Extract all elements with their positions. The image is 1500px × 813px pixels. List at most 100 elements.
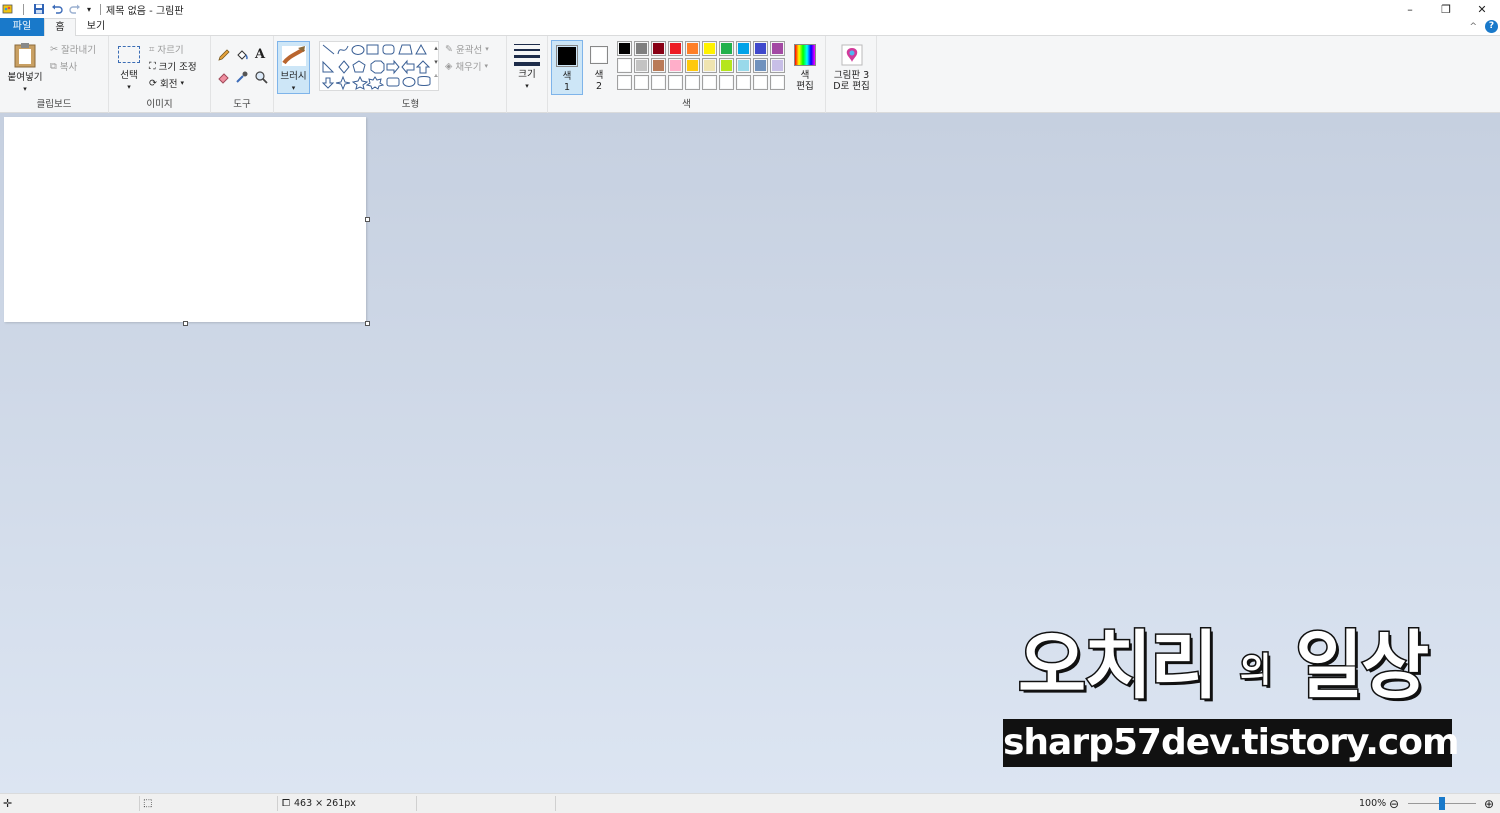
palette-swatch[interactable] bbox=[770, 58, 785, 73]
line-width-icon bbox=[514, 44, 540, 66]
shapes-group-label: 도형 bbox=[401, 99, 420, 110]
brush-icon bbox=[282, 46, 306, 66]
edit-colors-label: 색 편집 bbox=[796, 70, 814, 92]
palette-swatch[interactable] bbox=[753, 58, 768, 73]
zoom-slider-thumb[interactable] bbox=[1439, 797, 1445, 810]
paste-button[interactable]: 붙여넣기 ▾ bbox=[4, 40, 46, 96]
status-bar: ✛ ⬚ ⧠ 463 × 261px 100% ⊖ ⊕ bbox=[0, 793, 1500, 813]
palette-swatch[interactable] bbox=[685, 58, 700, 73]
palette-swatch[interactable] bbox=[668, 41, 683, 56]
rotate-button[interactable]: ⟳ 회전 ▾ bbox=[149, 76, 184, 91]
palette-swatch[interactable] bbox=[634, 75, 649, 90]
palette-swatch[interactable] bbox=[770, 41, 785, 56]
canvas-size-icon: ⧠ bbox=[282, 798, 290, 809]
palette-swatch[interactable] bbox=[668, 75, 683, 90]
palette-swatch[interactable] bbox=[668, 58, 683, 73]
drawing-canvas[interactable] bbox=[4, 117, 366, 322]
palette-swatch[interactable] bbox=[719, 75, 734, 90]
brushes-dropdown-icon: ▾ bbox=[291, 84, 296, 92]
palette-swatch[interactable] bbox=[736, 75, 751, 90]
palette-swatch[interactable] bbox=[685, 41, 700, 56]
copy-label: 복사 bbox=[59, 62, 78, 73]
restore-button[interactable]: ❐ bbox=[1428, 0, 1464, 18]
size-button[interactable]: 크기 ▾ bbox=[512, 42, 542, 94]
palette-swatch[interactable] bbox=[753, 41, 768, 56]
save-icon[interactable] bbox=[33, 3, 45, 15]
palette-swatch[interactable] bbox=[634, 58, 649, 73]
zoom-out-icon[interactable]: ⊖ bbox=[1389, 794, 1399, 813]
palette-swatch[interactable] bbox=[634, 41, 649, 56]
tab-view[interactable]: 보기 bbox=[80, 18, 112, 36]
minimize-button[interactable]: – bbox=[1392, 0, 1428, 18]
fill-bucket-icon[interactable] bbox=[235, 48, 249, 62]
palette-swatch[interactable] bbox=[617, 75, 632, 90]
select-button[interactable]: 선택 ▾ bbox=[115, 42, 143, 94]
edit-in-paint3d-button[interactable]: 그림판 3 D로 편집 bbox=[829, 42, 874, 94]
tab-file[interactable]: 파일 bbox=[0, 18, 44, 36]
pencil-icon[interactable] bbox=[217, 48, 231, 62]
collapse-ribbon-icon[interactable]: ^ bbox=[1469, 22, 1477, 32]
paste-dropdown-icon[interactable]: ▾ bbox=[4, 84, 46, 95]
close-button[interactable]: ✕ bbox=[1464, 0, 1500, 18]
palette-swatch[interactable] bbox=[651, 75, 666, 90]
color1-swatch bbox=[556, 45, 578, 67]
palette-swatch[interactable] bbox=[702, 41, 717, 56]
shapes-scroll[interactable]: ▴ ▾ ⩡ bbox=[431, 41, 441, 91]
copy-button[interactable]: ⧉ 복사 bbox=[50, 59, 78, 74]
canvas-size-value: 463 × 261px bbox=[294, 798, 356, 809]
redo-icon[interactable] bbox=[69, 3, 81, 15]
resize-button[interactable]: ⛶ 크기 조정 bbox=[149, 59, 197, 74]
magnifier-icon[interactable] bbox=[254, 70, 268, 84]
select-dropdown-icon[interactable]: ▾ bbox=[115, 82, 143, 93]
undo-icon[interactable] bbox=[51, 3, 63, 15]
rotate-dropdown-icon[interactable]: ▾ bbox=[180, 79, 184, 87]
customize-qat-icon[interactable]: ▾ bbox=[87, 5, 91, 14]
watermark-title: 오치리 의 일상 bbox=[1016, 622, 1430, 711]
color2-button[interactable]: 색2 bbox=[586, 40, 614, 95]
resize-handle-bottom[interactable] bbox=[183, 321, 188, 326]
size-group: 크기 ▾ bbox=[507, 36, 548, 113]
color-picker-icon[interactable] bbox=[235, 70, 249, 84]
color2-swatch bbox=[590, 46, 608, 64]
crop-button[interactable]: ⌗ 자르기 bbox=[149, 42, 184, 57]
palette-swatch[interactable] bbox=[651, 41, 666, 56]
outline-button[interactable]: ✎ 윤곽선 ▾ bbox=[445, 42, 489, 57]
outline-icon: ✎ bbox=[445, 43, 453, 55]
palette-swatch[interactable] bbox=[702, 75, 717, 90]
palette-swatch[interactable] bbox=[702, 58, 717, 73]
palette-swatch[interactable] bbox=[651, 58, 666, 73]
eraser-icon[interactable] bbox=[217, 70, 231, 84]
outline-label: 윤곽선 bbox=[455, 45, 483, 56]
color2-label: 색2 bbox=[594, 70, 604, 92]
shapes-gallery[interactable] bbox=[319, 41, 439, 91]
palette-swatch[interactable] bbox=[685, 75, 700, 90]
palette-swatch[interactable] bbox=[736, 58, 751, 73]
palette-swatch[interactable] bbox=[736, 41, 751, 56]
color-palette bbox=[617, 41, 789, 93]
resize-handle-right[interactable] bbox=[365, 217, 370, 222]
palette-swatch[interactable] bbox=[719, 58, 734, 73]
resize-handle-corner[interactable] bbox=[365, 321, 370, 326]
cut-button[interactable]: ✂ 잘라내기 bbox=[50, 42, 96, 57]
copy-icon: ⧉ bbox=[50, 60, 57, 72]
color1-button[interactable]: 색1 bbox=[551, 40, 583, 95]
palette-swatch[interactable] bbox=[617, 41, 632, 56]
palette-swatch[interactable] bbox=[617, 58, 632, 73]
brushes-button[interactable]: 브러시 ▾ bbox=[277, 41, 310, 94]
zoom-in-icon[interactable]: ⊕ bbox=[1484, 794, 1494, 813]
brushes-label: 브러시 bbox=[280, 71, 307, 82]
edit-colors-button[interactable]: 색 편집 bbox=[792, 42, 818, 94]
palette-swatch[interactable] bbox=[719, 41, 734, 56]
zoom-level: 100% bbox=[1359, 798, 1387, 809]
text-icon[interactable]: A bbox=[255, 47, 265, 62]
palette-swatch[interactable] bbox=[753, 75, 768, 90]
fill-button[interactable]: ◈ 채우기 ▾ bbox=[445, 59, 488, 74]
image-group: 선택 ▾ ⌗ 자르기 ⛶ 크기 조정 ⟳ 회전 ▾ 이미지 bbox=[109, 36, 211, 113]
palette-swatch[interactable] bbox=[770, 75, 785, 90]
clipboard-icon bbox=[14, 43, 36, 68]
tab-home[interactable]: 홈 bbox=[44, 18, 76, 37]
colors-group-label: 색 bbox=[682, 99, 691, 110]
paint-app-icon bbox=[2, 4, 13, 14]
help-icon[interactable]: ? bbox=[1485, 20, 1498, 33]
size-label: 크기 bbox=[518, 69, 536, 80]
